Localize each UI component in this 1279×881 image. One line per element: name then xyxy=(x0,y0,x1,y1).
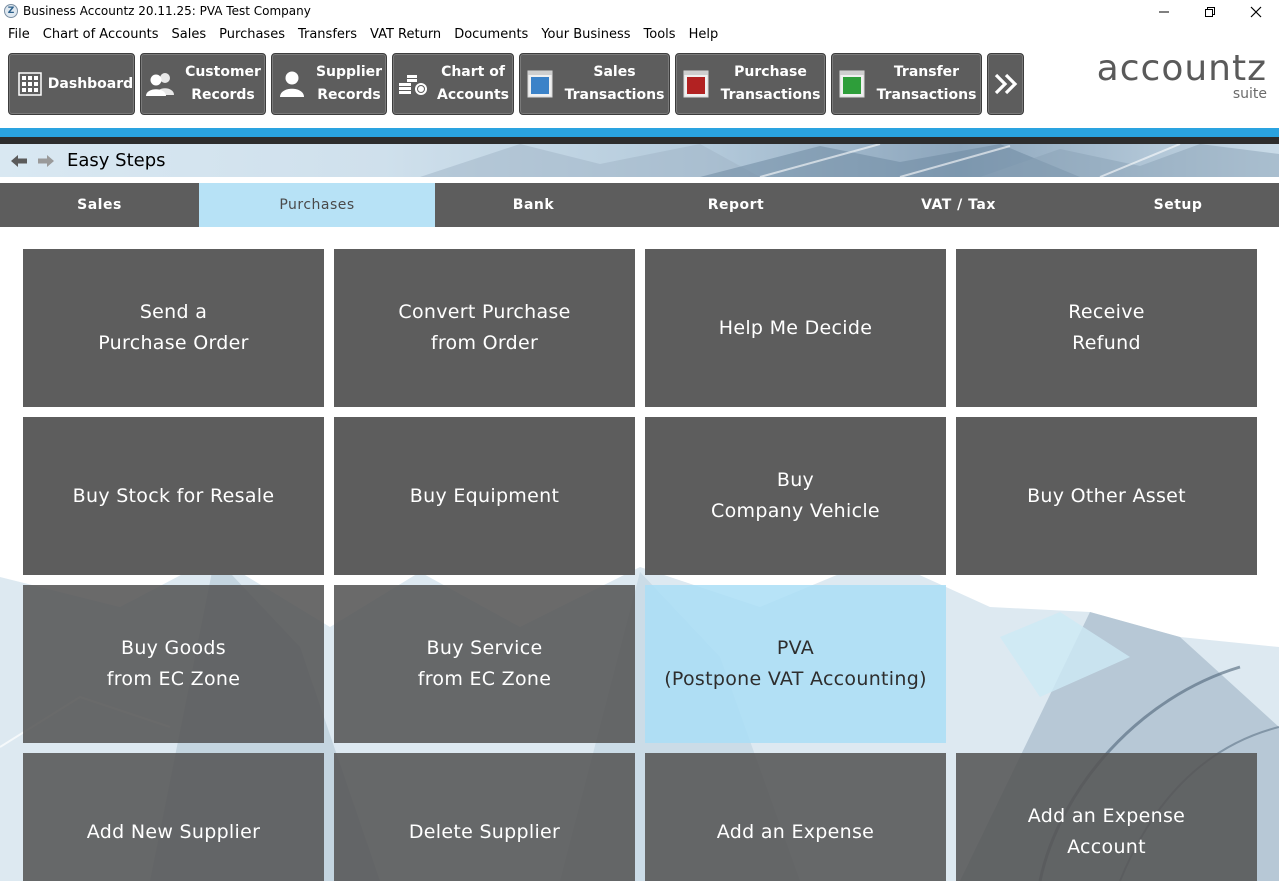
pva-postpone-vat-tile[interactable]: PVA (Postpone VAT Accounting) xyxy=(645,585,946,743)
help-me-decide-tile[interactable]: Help Me Decide xyxy=(645,249,946,407)
double-chevron-right-icon xyxy=(993,72,1019,96)
grid-icon xyxy=(13,72,47,96)
accountz-logo: accountz suite xyxy=(1096,48,1267,103)
menu-your-business[interactable]: Your Business xyxy=(536,27,638,42)
supplier-records-button[interactable]: Supplier Records xyxy=(271,53,387,115)
menu-bar: File Chart of Accounts Sales Purchases T… xyxy=(0,24,1279,44)
logo-main-text: accountz xyxy=(1096,48,1267,89)
buy-equipment-tile[interactable]: Buy Equipment xyxy=(334,417,635,575)
easy-steps-panel: Send a Purchase Order Convert Purchase f… xyxy=(0,227,1279,881)
buy-other-asset-tile[interactable]: Buy Other Asset xyxy=(956,417,1257,575)
red-book-icon xyxy=(676,70,716,98)
back-arrow-icon[interactable] xyxy=(10,154,28,168)
chart-of-accounts-button[interactable]: Chart of Accounts xyxy=(392,53,514,115)
purchase-transactions-label: Purchase Transactions xyxy=(720,64,821,103)
buy-company-vehicle-tile[interactable]: Buy Company Vehicle xyxy=(645,417,946,575)
close-icon xyxy=(1250,6,1262,18)
customer-records-label: Customer Records xyxy=(185,64,261,103)
supplier-records-label: Supplier Records xyxy=(315,64,383,103)
tab-report[interactable]: Report xyxy=(632,183,840,227)
menu-tools[interactable]: Tools xyxy=(639,27,684,42)
page-title: Easy Steps xyxy=(67,150,166,171)
window-title: Business Accountz 20.11.25: PVA Test Com… xyxy=(23,4,311,18)
convert-purchase-from-order-tile[interactable]: Convert Purchase from Order xyxy=(334,249,635,407)
category-tabs: Sales Purchases Bank Report VAT / Tax Se… xyxy=(0,183,1279,227)
close-button[interactable] xyxy=(1233,0,1279,24)
coins-icon xyxy=(393,72,433,96)
accent-stripe xyxy=(0,128,1279,137)
menu-vat-return[interactable]: VAT Return xyxy=(365,27,449,42)
menu-help[interactable]: Help xyxy=(684,27,727,42)
supplier-icon xyxy=(272,70,312,98)
menu-chart-of-accounts[interactable]: Chart of Accounts xyxy=(38,27,167,42)
customers-icon xyxy=(141,71,181,97)
menu-documents[interactable]: Documents xyxy=(449,27,536,42)
buy-goods-from-ec-zone-tile[interactable]: Buy Goods from EC Zone xyxy=(23,585,324,743)
menu-transfers[interactable]: Transfers xyxy=(293,27,365,42)
tab-purchases[interactable]: Purchases xyxy=(199,183,435,227)
forward-arrow-icon[interactable] xyxy=(37,154,55,168)
tab-setup[interactable]: Setup xyxy=(1077,183,1279,227)
app-logo-icon: Z xyxy=(4,4,18,18)
buy-stock-for-resale-tile[interactable]: Buy Stock for Resale xyxy=(23,417,324,575)
tab-sales[interactable]: Sales xyxy=(0,183,199,227)
customer-records-button[interactable]: Customer Records xyxy=(140,53,266,115)
dashboard-label: Dashboard xyxy=(47,75,134,92)
title-bar: Z Business Accountz 20.11.25: PVA Test C… xyxy=(0,0,1279,24)
easy-steps-banner: Easy Steps xyxy=(0,144,1279,177)
menu-sales[interactable]: Sales xyxy=(167,27,215,42)
blue-book-icon xyxy=(520,70,560,98)
sales-transactions-button[interactable]: Sales Transactions xyxy=(519,53,670,115)
dashboard-button[interactable]: Dashboard xyxy=(8,53,135,115)
restore-icon xyxy=(1205,7,1215,17)
add-new-supplier-tile[interactable]: Add New Supplier xyxy=(23,753,324,881)
purchase-transactions-button[interactable]: Purchase Transactions xyxy=(675,53,826,115)
send-purchase-order-tile[interactable]: Send a Purchase Order xyxy=(23,249,324,407)
transfer-transactions-label: Transfer Transactions xyxy=(876,64,977,103)
delete-supplier-tile[interactable]: Delete Supplier xyxy=(334,753,635,881)
add-expense-tile[interactable]: Add an Expense xyxy=(645,753,946,881)
tab-bank[interactable]: Bank xyxy=(435,183,632,227)
menu-purchases[interactable]: Purchases xyxy=(214,27,293,42)
minimize-icon xyxy=(1159,11,1169,13)
minimize-button[interactable] xyxy=(1141,0,1187,24)
chart-of-accounts-label: Chart of Accounts xyxy=(436,64,509,103)
menu-file[interactable]: File xyxy=(3,27,38,42)
more-toolbar-button[interactable] xyxy=(987,53,1024,115)
sales-transactions-label: Sales Transactions xyxy=(564,64,665,103)
receive-refund-tile[interactable]: Receive Refund xyxy=(956,249,1257,407)
tab-vat-tax[interactable]: VAT / Tax xyxy=(840,183,1077,227)
mountain-banner-art xyxy=(420,144,1279,177)
add-expense-account-tile[interactable]: Add an Expense Account xyxy=(956,753,1257,881)
buy-service-from-ec-zone-tile[interactable]: Buy Service from EC Zone xyxy=(334,585,635,743)
toolbar: Dashboard Customer Records Supplier Reco… xyxy=(0,44,1279,126)
green-book-icon xyxy=(832,70,872,98)
transfer-transactions-button[interactable]: Transfer Transactions xyxy=(831,53,982,115)
dark-stripe xyxy=(0,137,1279,144)
restore-button[interactable] xyxy=(1187,0,1233,24)
